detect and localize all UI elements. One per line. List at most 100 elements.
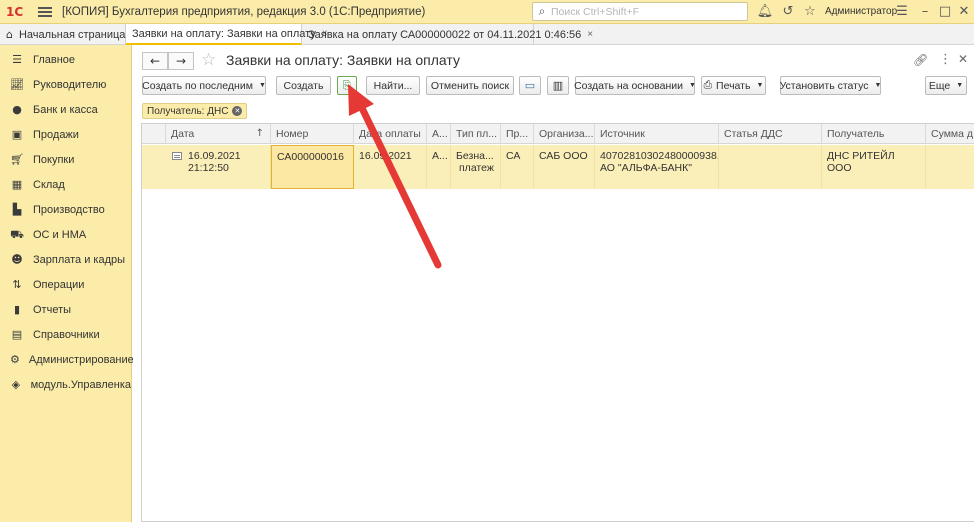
sidebar-item-salary[interactable]: ☻ Зарплата и кадры [0,247,131,272]
column-header-source[interactable]: Источник [595,124,719,144]
column-header-a[interactable]: А... [427,124,451,144]
tab-payment-request-document[interactable]: Заявка на оплату СА000000022 от 04.11.20… [302,24,593,45]
search-input[interactable] [551,5,741,18]
settings-icon[interactable]: ☰ [893,3,911,21]
cell-date[interactable]: 16.09.2021 21:12:50 [142,145,271,189]
cell-pay-type[interactable]: Безна... платеж [451,145,501,189]
table-header: Дата ↑ Номер Дата оплаты А... Тип пл... П… [142,124,974,144]
payment-requests-table: Дата ↑ Номер Дата оплаты А... Тип пл... П… [141,123,974,522]
history-icon[interactable]: ↺ [779,3,797,21]
create-based-on-button[interactable]: Создать на основании ▼ [574,76,696,95]
create-by-last-button[interactable]: Создать по последним ▼ [142,76,266,95]
sidebar-item-assets[interactable]: ⛟ ОС и НМА [0,222,131,247]
sidebar-item-purchases[interactable]: 🛒︎ Покупки [0,147,131,172]
find-button[interactable]: Найти... [366,76,420,95]
close-tab-icon[interactable]: × [587,29,593,40]
set-status-button[interactable]: Установить статус ▼ [780,76,881,95]
column-header-organization[interactable]: Организа... [534,124,595,144]
column-header-sum[interactable]: Сумма д [926,124,974,144]
column-header-pay-date[interactable]: Дата оплаты [354,124,427,144]
sidebar-item-warehouse[interactable]: ▦ Склад [0,172,131,197]
more-button[interactable]: Еще ▼ [925,76,967,95]
gear-icon: ⚙ [10,352,20,366]
cancel-search-button[interactable]: Отменить поиск [426,76,514,95]
sidebar-item-production[interactable]: ▙ Производство [0,197,131,222]
sidebar-item-main[interactable]: ☰ Главное [0,47,131,72]
1c-logo: 1С [6,4,24,19]
cell-source[interactable]: 40702810302480000938, АО "АЛЬФА-БАНК" [595,145,719,189]
create-button[interactable]: Создать [276,76,331,95]
page-title: Заявки на оплату: Заявки на оплату [226,52,460,68]
tab-home[interactable]: ⌂ Начальная страница [0,24,126,45]
printer-icon: ⎙ [703,79,713,91]
table-row[interactable]: 16.09.2021 21:12:50 СА000000016 16.09.20… [142,145,974,189]
sidebar-item-director[interactable]: 📈︎ Руководителю [0,72,131,97]
print-button[interactable]: ⎙ Печать ▼ [701,76,766,95]
sidebar-item-sales[interactable]: ▣ Продажи [0,122,131,147]
maximize-icon[interactable]: □ [936,3,954,21]
books-icon: ▤ [11,327,23,341]
current-user[interactable]: Администратор [825,6,897,17]
title-bar: 1С [КОПИЯ] Бухгалтерия предприятия, реда… [0,0,974,24]
cell-pay-date[interactable]: 16.09.2021 [354,145,427,189]
bag-icon: ▣ [11,127,23,141]
cell-recipient[interactable]: ДНС РИТЕЙЛ ООО [822,145,926,189]
menu-icon: ☰ [12,52,22,66]
sidebar-item-reports[interactable]: ▮ Отчеты [0,297,131,322]
sidebar-item-operations[interactable]: ⇅ Операции [0,272,131,297]
column-header-recipient[interactable]: Получатель [822,124,926,144]
minimize-icon[interactable]: – [916,3,934,21]
back-button[interactable]: ← [142,52,168,70]
copy-document-icon: ⎘ [342,78,352,92]
list-view-icon: ▭ [524,79,536,92]
sort-ascending-icon: ↑ [255,128,264,139]
sidebar-item-catalogs[interactable]: ▤ Справочники [0,322,131,347]
operations-icon: ⇅ [12,277,22,291]
document-icon [172,152,182,160]
copy-document-button[interactable]: ⎘ [337,76,357,95]
column-header-dds[interactable]: Статья ДДС [719,124,822,144]
sections-sidebar: ☰ Главное 📈︎ Руководителю ● Банк и касса ▣ П… [0,45,134,522]
truck-icon: ⛟ [10,227,24,241]
column-header-date[interactable]: Дата ↑ [166,124,271,144]
sidebar-item-module[interactable]: ◈ модуль.Управленка [0,372,131,397]
favorites-star-icon[interactable]: ☆ [801,3,819,21]
link-icon[interactable]: 🔗︎ [913,53,928,67]
chevron-down-icon: ▼ [689,82,696,89]
sidebar-item-bank[interactable]: ● Банк и касса [0,97,131,122]
chevron-down-icon: ▼ [956,82,964,89]
open-tabs-bar: ⌂ Начальная страница Заявки на оплату: З… [0,24,974,45]
main-content: ← → ☆ Заявки на оплату: Заявки на оплату… [133,45,974,522]
chevron-down-icon: ▼ [258,82,266,89]
cell-pr[interactable]: СА [501,145,534,189]
column-header-number[interactable]: Номер [271,124,354,144]
cell-number[interactable]: СА000000016 [271,145,354,189]
cell-dds[interactable] [719,145,822,189]
favorite-star-icon[interactable]: ☆ [201,50,216,70]
cell-sum[interactable] [926,145,974,189]
tab-label: Заявки на оплату: Заявки на оплату [132,27,316,40]
close-form-icon[interactable]: ✕ [958,52,968,66]
tab-label: Заявка на оплату СА000000022 от 04.11.20… [308,28,582,41]
bell-icon[interactable]: 🔔︎ [756,3,774,21]
column-header-pr[interactable]: Пр... [501,124,534,144]
more-actions-icon[interactable]: ⋮ [939,52,952,67]
tab-payment-requests[interactable]: Заявки на оплату: Заявки на оплату × [126,24,328,45]
forward-button[interactable]: → [168,52,194,70]
cell-organization[interactable]: САБ ООО [534,145,595,189]
search-icon: ⌕ [538,4,546,18]
global-search[interactable]: ⌕ [532,2,748,21]
home-icon: ⌂ [6,28,13,41]
column-header-pay-type[interactable]: Тип пл... [451,124,501,144]
warehouse-icon: ▦ [11,177,23,191]
main-menu-icon[interactable] [38,6,52,17]
close-window-icon[interactable]: ✕ [955,3,973,21]
column-header-marker [142,124,166,144]
list-view-button[interactable]: ▭ [519,76,541,95]
columns-button[interactable]: ▥ [547,76,569,95]
sidebar-item-admin[interactable]: ⚙ Администрирование [0,347,134,372]
cell-a[interactable]: А... [427,145,451,189]
remove-filter-icon[interactable]: ✕ [232,106,243,116]
report-icon: ▮ [13,302,21,316]
recipient-filter-chip[interactable]: Получатель: ДНС ✕ [142,103,248,119]
